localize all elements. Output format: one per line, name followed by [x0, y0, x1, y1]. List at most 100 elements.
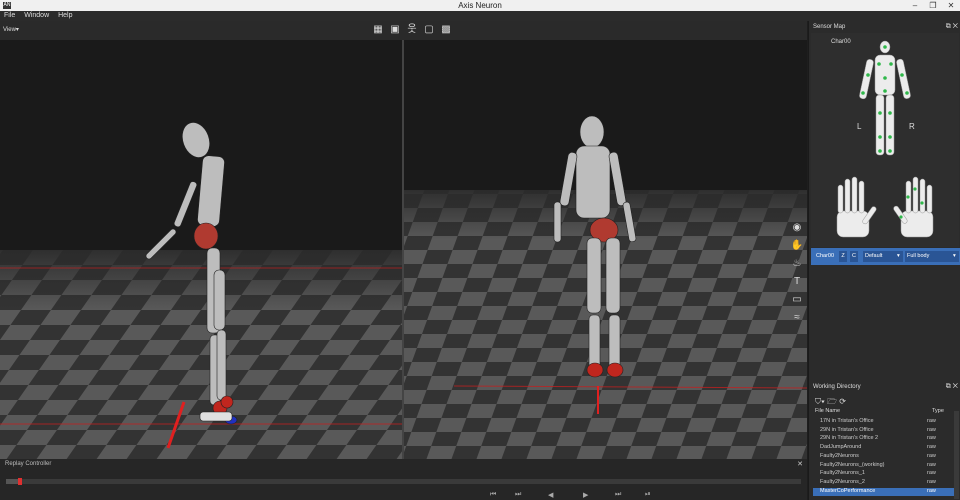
square-icon[interactable]: ▢: [423, 24, 435, 36]
hand-icon[interactable]: ✋: [790, 239, 804, 253]
sensor-map-header: Sensor Map ⧉ ✕: [809, 22, 960, 32]
file-name: Faulty2Neurons_2: [820, 478, 865, 485]
viewport-toolbar: View▾ ▦ ▣ 웃 ▢ ▩: [0, 21, 807, 40]
file-type: raw: [927, 435, 936, 442]
grid-icon[interactable]: ▦: [372, 24, 384, 36]
close-button[interactable]: ✕: [942, 0, 960, 11]
file-name: 29N in Tristan's Office 2: [820, 435, 879, 442]
viewport-pane-side[interactable]: [0, 40, 402, 459]
file-name: DadJumpAround: [820, 444, 862, 451]
replay-close-button[interactable]: ✕: [797, 460, 803, 468]
open-folder-icon[interactable]: 🗁: [827, 397, 837, 406]
calibrate-icon[interactable]: ▭: [790, 293, 804, 307]
file-type: raw: [927, 426, 936, 433]
sensor-dot[interactable]: [888, 149, 892, 153]
working-directory-header: Working Directory ⧉ ✕: [809, 382, 960, 392]
file-row[interactable]: Faulty2Neurons_2 raw: [813, 479, 955, 487]
panel-float-close-icon[interactable]: ⧉ ✕: [946, 383, 958, 391]
c-button[interactable]: C: [850, 251, 858, 262]
refresh-icon[interactable]: ⟳: [839, 397, 846, 406]
viewport-pane-front[interactable]: [404, 40, 807, 459]
maximize-button[interactable]: ❐: [924, 0, 942, 11]
pattern-icon[interactable]: ▩: [440, 24, 452, 36]
side-view-scene: [0, 40, 402, 459]
sensor-map-character: Char00: [831, 39, 851, 45]
play-reverse-icon[interactable]: ◀: [548, 491, 553, 499]
sensor-dot[interactable]: [906, 195, 910, 199]
minimize-button[interactable]: –: [906, 0, 924, 11]
file-type: raw: [927, 452, 936, 459]
sensor-dot[interactable]: [905, 91, 909, 95]
step-end-icon[interactable]: ⏭: [515, 491, 521, 499]
file-name: Faulty2Neurons: [820, 452, 859, 459]
window-title: Axis Neuron: [458, 1, 502, 10]
sensor-dot[interactable]: [889, 62, 893, 66]
axis-neuron-window: AN Axis Neuron – ❐ ✕ File Window Help Vi…: [0, 0, 960, 500]
timeline-playhead[interactable]: [18, 478, 22, 485]
sensor-dot[interactable]: [899, 215, 903, 219]
sensor-dot[interactable]: [883, 89, 887, 93]
t-pose-icon[interactable]: T: [790, 275, 804, 289]
transport-controls: ⏮ ⏭ ◀ ▶ ⏭ ⏯: [460, 491, 760, 500]
file-row[interactable]: MasterCoPerformance raw: [813, 487, 955, 496]
sensor-dot[interactable]: [877, 62, 881, 66]
foot-icon[interactable]: ♨: [790, 257, 804, 271]
viewport-side-tools: ◉ ✋ ♨ T ▭ ≈: [790, 221, 808, 329]
loop-icon[interactable]: ⏯: [645, 491, 651, 499]
wave-icon[interactable]: ≈: [790, 311, 804, 325]
file-name: 17N in Tristan's Office: [820, 418, 874, 424]
file-type: raw: [927, 461, 936, 468]
menu-file[interactable]: File: [0, 11, 18, 19]
file-row[interactable]: 29N in Tristan's Office raw: [813, 427, 955, 435]
record-icon[interactable]: ◉: [790, 221, 804, 235]
title-bar: AN Axis Neuron – ❐ ✕: [0, 0, 960, 11]
file-list-scrollbar[interactable]: [954, 411, 959, 499]
file-row[interactable]: Faulty2Neurons_(working) raw: [813, 462, 955, 470]
sensor-dot[interactable]: [888, 111, 892, 115]
file-type: raw: [927, 478, 936, 485]
3d-viewport[interactable]: View▾ ▦ ▣ 웃 ▢ ▩ ◉ ✋ ♨ T ▭ ≈: [0, 21, 807, 459]
character-selector[interactable]: Char00: [814, 251, 838, 262]
column-header-type[interactable]: Type: [932, 408, 944, 417]
sensor-dot[interactable]: [913, 187, 917, 191]
panel-float-close-icon[interactable]: ⧉ ✕: [946, 23, 958, 31]
file-type: raw: [927, 418, 936, 424]
file-name: 29N in Tristan's Office: [820, 426, 874, 433]
view-menu[interactable]: View▾: [3, 26, 19, 33]
sensor-dot[interactable]: [861, 91, 865, 95]
sensor-dot[interactable]: [900, 73, 904, 77]
chevron-down-icon[interactable]: ▾: [951, 251, 959, 262]
file-name: MasterCoPerformance: [820, 487, 876, 494]
column-header-filename[interactable]: File Name: [815, 408, 840, 417]
menu-help[interactable]: Help: [54, 11, 75, 19]
timeline-track[interactable]: [6, 479, 801, 484]
sensor-dot[interactable]: [878, 149, 882, 153]
sensor-dot[interactable]: [888, 135, 892, 139]
skip-end-icon[interactable]: ⏭: [615, 491, 621, 499]
play-icon[interactable]: ▶: [583, 491, 588, 499]
replay-controller-title: Replay Controller: [5, 461, 52, 467]
sensor-dot[interactable]: [878, 135, 882, 139]
file-row[interactable]: 17N in Tristan's Office raw: [813, 418, 955, 426]
sensor-dot[interactable]: [878, 111, 882, 115]
sensor-map-title: Sensor Map: [813, 24, 846, 30]
sensor-dot[interactable]: [920, 201, 924, 205]
left-hand-outline: [836, 176, 877, 238]
sensor-dot[interactable]: [883, 76, 887, 80]
file-row[interactable]: Faulty2Neurons raw: [813, 453, 955, 461]
sensor-dot[interactable]: [866, 73, 870, 77]
figure-icon[interactable]: 웃: [406, 24, 418, 36]
file-row[interactable]: DadJumpAround raw: [813, 444, 955, 452]
sensor-map-diagram: L R: [836, 40, 934, 238]
file-row[interactable]: Faulty2Neurons_1 raw: [813, 470, 955, 478]
skip-start-icon[interactable]: ⏮: [490, 491, 496, 499]
z-button[interactable]: Z: [839, 251, 847, 262]
filter-icon[interactable]: ⛉▾: [815, 397, 825, 406]
sensor-dot[interactable]: [883, 45, 887, 49]
file-row[interactable]: 29N in Tristan's Office 2 raw: [813, 435, 955, 443]
chevron-down-icon[interactable]: ▾: [895, 251, 903, 262]
menu-window[interactable]: Window: [20, 11, 52, 19]
file-type: raw: [927, 444, 936, 451]
menu-bar: File Window Help: [0, 11, 960, 21]
camera-icon[interactable]: ▣: [389, 24, 401, 36]
